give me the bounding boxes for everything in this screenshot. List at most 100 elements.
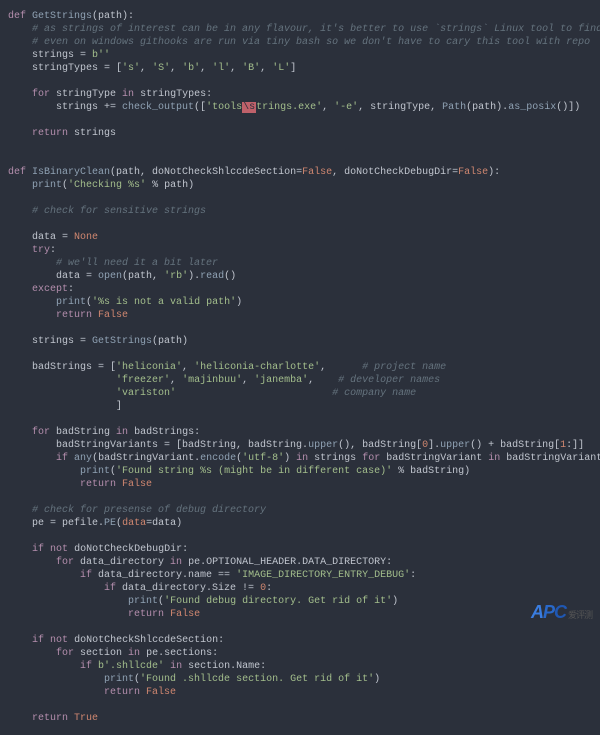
expr: () + badString[	[470, 440, 560, 451]
expr: (badStringVariant.	[92, 453, 200, 464]
str: 'heliconia'	[116, 362, 182, 373]
str: 'variston'	[116, 388, 176, 399]
kw-in: in	[116, 427, 128, 438]
call: open	[98, 271, 122, 282]
var: section	[74, 648, 128, 659]
kw-if: if	[80, 570, 92, 581]
comment: # developer names	[338, 375, 440, 386]
bracket: ]	[116, 401, 122, 412]
kw-in: in	[170, 661, 182, 672]
kw-for: for	[56, 648, 74, 659]
kw-in: in	[488, 453, 500, 464]
code-block: def GetStrings(path): # as strings of in…	[0, 0, 600, 735]
kw-return: return	[104, 687, 140, 698]
call: check_output	[122, 102, 194, 113]
assign: badStringVariants = [badString, badStrin…	[56, 440, 308, 451]
str: '%s is not a valid path'	[92, 297, 236, 308]
call: any	[74, 453, 92, 464]
paren: )	[374, 674, 380, 685]
kw-for: for	[362, 453, 380, 464]
bytes-lit: b''	[92, 50, 110, 61]
const: False	[98, 310, 128, 321]
comment: # even on windows githooks are run via t…	[32, 37, 590, 48]
call: print	[56, 297, 86, 308]
call: print	[104, 674, 134, 685]
kw-return: return	[32, 128, 68, 139]
assign: strings =	[32, 336, 92, 347]
assign: stringTypes = [	[32, 63, 122, 74]
call: print	[32, 180, 62, 191]
kw-return: return	[128, 609, 164, 620]
bytes-lit: b'.shllcde'	[98, 661, 164, 672]
expr: pe.sections:	[140, 648, 218, 659]
str: 'freezer'	[116, 375, 170, 386]
const: False	[170, 609, 200, 620]
fn-name: GetStrings	[32, 11, 92, 22]
kw-if: if	[32, 635, 44, 646]
kw-if: if	[80, 661, 92, 672]
kwarg: data	[122, 518, 146, 529]
str: 'S'	[152, 63, 170, 74]
kw-return: return	[56, 310, 92, 321]
close: ()])	[556, 102, 580, 113]
var: stringTypes:	[134, 89, 212, 100]
kw-in: in	[170, 557, 182, 568]
str: 'heliconia-charlotte'	[194, 362, 320, 373]
str: 'b'	[182, 63, 200, 74]
kw-return: return	[80, 479, 116, 490]
call: encode	[200, 453, 236, 464]
paren: ()	[224, 271, 236, 282]
paren: )	[284, 453, 296, 464]
kw-if: if	[56, 453, 68, 464]
expr: % badString)	[392, 466, 470, 477]
kw-for: for	[32, 89, 50, 100]
assign: strings =	[32, 50, 92, 61]
args: (path).	[466, 102, 508, 113]
dot: ).	[188, 271, 200, 282]
str: 'Found string %s (might be in different …	[116, 466, 392, 477]
expr: doNotCheckShlccdeSection:	[68, 635, 224, 646]
comment: # check for sensitive strings	[32, 206, 206, 217]
watermark-logo: APC爱评测	[531, 606, 592, 622]
const: None	[74, 232, 98, 243]
call: GetStrings	[92, 336, 152, 347]
assign: badStrings = [	[32, 362, 116, 373]
str: 'tools	[206, 102, 242, 113]
call: read	[200, 271, 224, 282]
comment: # project name	[362, 362, 446, 373]
args: (path)	[152, 336, 188, 347]
kw-return: return	[32, 713, 68, 724]
var: stringType	[50, 89, 122, 100]
var: badStrings:	[128, 427, 200, 438]
expr: =data)	[146, 518, 182, 529]
str: 'Found debug directory. Get rid of it'	[164, 596, 392, 607]
kw-in: in	[122, 89, 134, 100]
kw-for: for	[56, 557, 74, 568]
call: print	[128, 596, 158, 607]
str: 'Found .shllcde section. Get rid of it'	[140, 674, 374, 685]
var: badString	[50, 427, 116, 438]
kw-except: except	[32, 284, 68, 295]
call: print	[80, 466, 110, 477]
call: as_posix	[508, 102, 556, 113]
expr: data_directory.Size !=	[116, 583, 260, 594]
escape-seq: \s	[242, 102, 256, 113]
comma: ,	[322, 102, 334, 113]
call: upper	[308, 440, 338, 451]
assign: data =	[56, 271, 98, 282]
str: 'l'	[212, 63, 230, 74]
kw-not: not	[50, 544, 68, 555]
sig: , doNotCheckDebugDir=	[332, 167, 458, 178]
expr: pe.OPTIONAL_HEADER.DATA_DIRECTORY:	[182, 557, 392, 568]
kw-def: def	[8, 11, 26, 22]
str: trings.exe'	[256, 102, 322, 113]
const: True	[74, 713, 98, 724]
expr: % path)	[146, 180, 194, 191]
call: PE	[104, 518, 116, 529]
paren: )	[392, 596, 398, 607]
expr: (), badString[	[338, 440, 422, 451]
str: 'B'	[242, 63, 260, 74]
kw-try: try	[32, 245, 50, 256]
comment: # we'll need it a bit later	[56, 258, 218, 269]
var: badStringVariant	[380, 453, 488, 464]
